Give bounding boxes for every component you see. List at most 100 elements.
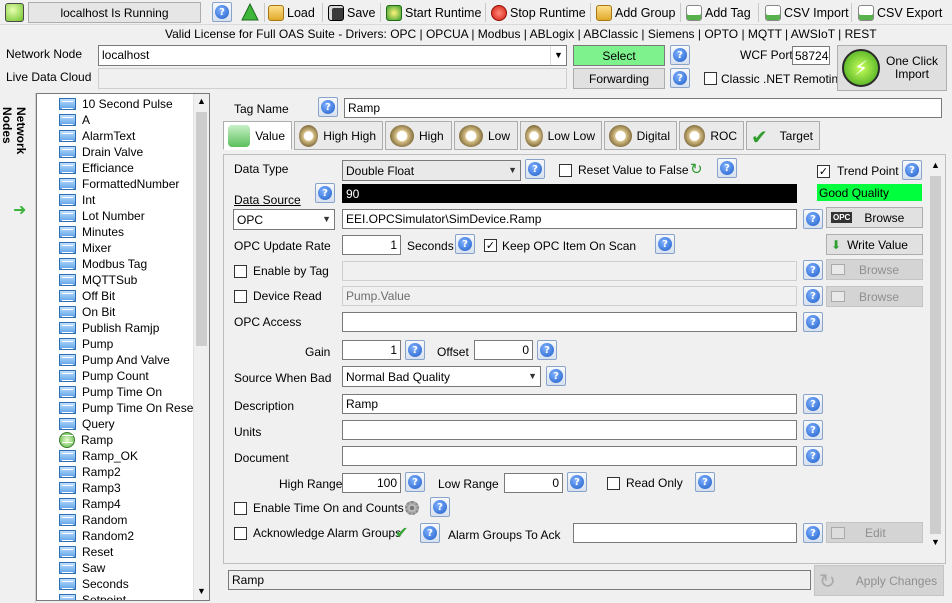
tree-item[interactable]: Ramp3 xyxy=(59,480,121,496)
runtime-warning-icon[interactable] xyxy=(241,2,259,21)
arrow-right-icon[interactable]: ➜ xyxy=(13,202,29,218)
enable-by-tag-checkbox[interactable] xyxy=(234,265,247,278)
tree-item[interactable]: Drain Valve xyxy=(59,144,143,160)
scroll-down-icon[interactable]: ▼ xyxy=(931,537,940,547)
csv-import-button[interactable]: CSV Import xyxy=(765,2,849,23)
add-group-button[interactable]: Add Group xyxy=(596,2,675,23)
data-source-help-button[interactable]: ? xyxy=(315,183,335,203)
tree-item[interactable]: Pump xyxy=(59,336,113,352)
toolbar-help-button[interactable]: ? xyxy=(212,2,232,22)
network-node-select[interactable]: localhost ▼ xyxy=(98,45,567,66)
tree-item[interactable]: AlarmText xyxy=(59,128,135,144)
tab-high[interactable]: High xyxy=(385,121,452,150)
tree-scroll-thumb[interactable] xyxy=(196,112,207,346)
opc-item-help-button[interactable]: ? xyxy=(803,209,823,229)
panel-scrollbar[interactable]: ▲ ▼ xyxy=(927,156,944,552)
stop-runtime-button[interactable]: Stop Runtime xyxy=(491,2,586,23)
refresh-icon[interactable]: ↻ xyxy=(690,161,708,177)
tree-item[interactable]: Pump Time On xyxy=(59,384,162,400)
add-tag-button[interactable]: Add Tag xyxy=(686,2,751,23)
tree-item[interactable]: MQTTSub xyxy=(59,272,137,288)
low-range-field[interactable]: 0 xyxy=(504,473,563,493)
tab-low[interactable]: Low xyxy=(454,121,518,150)
source-when-bad-help-button[interactable]: ? xyxy=(546,366,566,386)
trend-point-checkbox[interactable]: ✓ xyxy=(817,165,830,178)
tree-item[interactable]: Seconds xyxy=(59,576,129,592)
scroll-down-icon[interactable]: ▼ xyxy=(197,586,206,596)
tree-item[interactable]: Pump And Valve xyxy=(59,352,170,368)
forwarding-button[interactable]: Forwarding xyxy=(573,68,665,89)
scroll-up-icon[interactable]: ▲ xyxy=(931,160,940,170)
forwarding-help-button[interactable]: ? xyxy=(670,68,690,88)
select-help-button[interactable]: ? xyxy=(670,45,690,65)
ack-help-button[interactable]: ? xyxy=(420,523,440,543)
save-button[interactable]: Save xyxy=(328,2,376,23)
keep-opc-checkbox[interactable]: ✓ xyxy=(484,239,497,252)
ack-alarm-groups-checkbox[interactable] xyxy=(234,527,247,540)
tree-item[interactable]: Ramp4 xyxy=(59,496,121,512)
tree-item[interactable]: Lot Number xyxy=(59,208,145,224)
data-type-select[interactable]: Double Float ▼ xyxy=(342,160,521,181)
alarm-groups-to-ack-field[interactable] xyxy=(573,523,797,543)
tree-item[interactable]: On Bit xyxy=(59,304,115,320)
write-value-button[interactable]: ⬇ Write Value xyxy=(826,234,923,255)
offset-help-button[interactable]: ? xyxy=(537,340,557,360)
document-field[interactable] xyxy=(342,446,797,466)
reset-help-button[interactable]: ? xyxy=(717,158,737,178)
load-button[interactable]: Load xyxy=(268,2,315,23)
units-help-button[interactable]: ? xyxy=(803,420,823,440)
tree-item[interactable]: Mixer xyxy=(59,240,111,256)
keep-opc-help-button[interactable]: ? xyxy=(655,234,675,254)
units-field[interactable] xyxy=(342,420,797,440)
time-on-help-button[interactable]: ? xyxy=(430,497,450,517)
alarm-groups-help-button[interactable]: ? xyxy=(803,523,823,543)
select-button[interactable]: Select xyxy=(573,45,665,66)
gain-help-button[interactable]: ? xyxy=(405,340,425,360)
update-rate-help-button[interactable]: ? xyxy=(455,234,475,254)
high-range-help-button[interactable]: ? xyxy=(405,472,425,492)
tab-target[interactable]: ✔ Target xyxy=(746,121,820,150)
tree-item[interactable]: Reset xyxy=(59,544,113,560)
tree-item[interactable]: Ramp xyxy=(59,432,113,448)
opc-item-field[interactable]: EEI.OPCSimulator\SimDevice.Ramp xyxy=(342,209,797,229)
source-when-bad-select[interactable]: Normal Bad Quality ▼ xyxy=(342,366,541,387)
tag-name-help-button[interactable]: ? xyxy=(318,97,338,117)
tree-item[interactable]: Saw xyxy=(59,560,105,576)
data-type-help-button[interactable]: ? xyxy=(525,159,545,179)
one-click-import-button[interactable]: ⚡ One Click Import xyxy=(837,45,947,91)
document-help-button[interactable]: ? xyxy=(803,446,823,466)
tree-item[interactable]: Ramp2 xyxy=(59,464,121,480)
tab-low-low[interactable]: Low Low xyxy=(520,121,602,150)
reset-value-checkbox[interactable] xyxy=(559,164,572,177)
read-only-checkbox[interactable] xyxy=(607,477,620,490)
classic-remoting-checkbox[interactable] xyxy=(704,72,717,85)
read-only-help-button[interactable]: ? xyxy=(695,472,715,492)
panel-scroll-thumb[interactable] xyxy=(930,176,941,534)
live-data-cloud-field[interactable] xyxy=(98,68,567,89)
tab-value[interactable]: Value xyxy=(223,121,292,150)
description-help-button[interactable]: ? xyxy=(803,394,823,414)
network-nodes-tab[interactable]: Network Nodes xyxy=(0,107,28,182)
tree-item[interactable]: Random xyxy=(59,512,127,528)
tree-item[interactable]: Pump Time On Reset xyxy=(59,400,197,416)
tree-item[interactable]: Int xyxy=(59,192,95,208)
high-range-field[interactable]: 100 xyxy=(342,473,401,493)
wcf-port-field[interactable]: 58724 xyxy=(792,46,830,65)
tree-item[interactable]: Efficiance xyxy=(59,160,134,176)
opc-update-rate-field[interactable]: 1 xyxy=(342,235,401,255)
opc-access-help-button[interactable]: ? xyxy=(803,312,823,332)
tree-item[interactable]: Minutes xyxy=(59,224,124,240)
tab-high-high[interactable]: High High xyxy=(294,121,383,150)
gain-field[interactable]: 1 xyxy=(342,340,401,360)
tab-roc[interactable]: ROC xyxy=(679,121,744,150)
tree-item[interactable]: A xyxy=(59,112,90,128)
tree-scrollbar[interactable]: ▲ ▼ xyxy=(193,94,209,600)
tree-item[interactable]: Query xyxy=(59,416,115,432)
source-type-select[interactable]: OPC ▼ xyxy=(233,209,335,230)
device-read-help-button[interactable]: ? xyxy=(803,286,823,306)
low-range-help-button[interactable]: ? xyxy=(567,472,587,492)
tree-item[interactable]: Random2 xyxy=(59,528,134,544)
tree-item[interactable]: Off Bit xyxy=(59,288,115,304)
device-read-checkbox[interactable] xyxy=(234,290,247,303)
tab-digital[interactable]: Digital xyxy=(604,121,677,150)
